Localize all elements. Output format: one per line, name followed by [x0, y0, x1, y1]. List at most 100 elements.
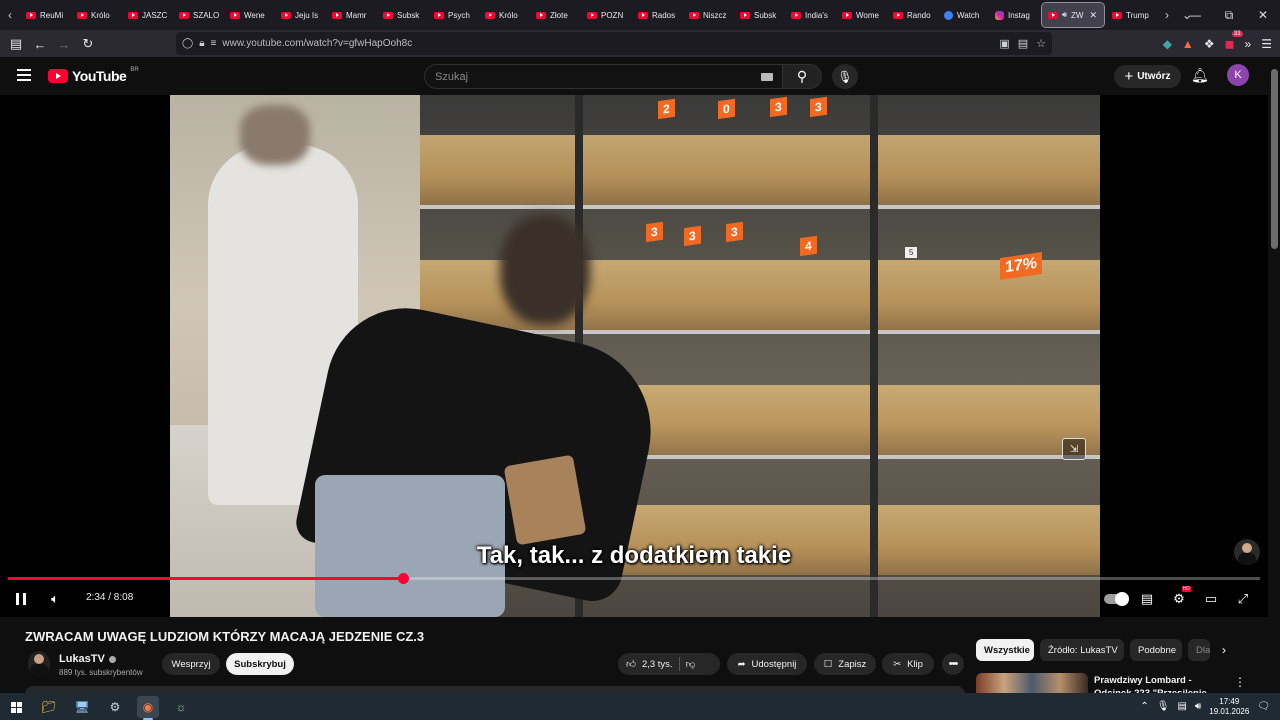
theater-mode-button[interactable]: ▭: [1202, 587, 1220, 611]
browser-tab[interactable]: Instag: [989, 0, 1040, 30]
chip-for-you[interactable]: Dla: [1188, 639, 1210, 661]
settings-button[interactable]: ⚙ HD: [1170, 586, 1191, 611]
pause-button[interactable]: [14, 587, 28, 611]
browser-tab[interactable]: Subsk: [734, 0, 785, 30]
scrollbar-thumb[interactable]: [1271, 69, 1278, 249]
browser-tab[interactable]: SZALO: [173, 0, 224, 30]
close-tab-icon[interactable]: ✕: [1089, 10, 1097, 21]
search-input[interactable]: Szukaj: [424, 64, 786, 89]
ublock-icon[interactable]: ◼ 33: [1225, 30, 1243, 51]
browser-tab[interactable]: Mamr: [326, 0, 377, 30]
browser-tab[interactable]: Jeju Is: [275, 0, 326, 30]
voice-search-button[interactable]: 🎙︎: [832, 64, 858, 89]
search-button[interactable]: ⚲: [782, 64, 822, 89]
this-pc-icon[interactable]: 🖥︎: [71, 696, 93, 718]
chip-source-channel[interactable]: Źródło: LukasTV: [1040, 639, 1124, 661]
channel-name-text[interactable]: LukasTV: [59, 653, 105, 665]
share-button[interactable]: ➦ Udostępnij: [727, 653, 807, 675]
address-bar[interactable]: ◯ 🔒︎ ≡ www.youtube.com/watch?v=gfwHapOoh…: [176, 32, 1052, 55]
scroll-tabs-left-icon[interactable]: ‹: [0, 0, 20, 30]
video-frame[interactable]: 2 0 3 3 3 3 3 4 5 17%: [170, 95, 1100, 617]
microphone-tray-icon[interactable]: 🎙︎: [1157, 701, 1170, 712]
channel-name[interactable]: LukasTV: [59, 653, 116, 665]
shield-icon[interactable]: ◯: [182, 38, 193, 49]
tab-audio-icon[interactable]: 🔊︎: [1062, 10, 1067, 20]
privacy-badger-icon[interactable]: ◆: [1163, 37, 1172, 51]
fox-extension-icon[interactable]: ▲: [1182, 37, 1194, 51]
browser-tab[interactable]: Wome: [836, 0, 887, 30]
steam-icon[interactable]: ⚙: [104, 696, 126, 718]
browser-tab[interactable]: ReuMi: [20, 0, 71, 30]
url-text[interactable]: www.youtube.com/watch?v=gfwHapOoh8c: [222, 38, 412, 49]
browser-tab[interactable]: POZN: [581, 0, 632, 30]
like-button[interactable]: 👍︎ 2,3 tys.: [626, 658, 673, 671]
subtitles-button[interactable]: ▤: [1138, 587, 1156, 611]
permissions-icon[interactable]: ≡: [211, 38, 217, 49]
guide-menu-icon[interactable]: [17, 69, 31, 84]
sidebar-toggle-icon[interactable]: ▤: [4, 32, 28, 56]
back-button[interactable]: ←: [28, 32, 52, 56]
keyboard-icon[interactable]: [761, 73, 773, 81]
clock[interactable]: 17:49 19.01.2026: [1209, 697, 1249, 717]
browser-tab[interactable]: Subsk: [377, 0, 428, 30]
progress-bar[interactable]: [8, 573, 1260, 584]
browser-tab[interactable]: Wene: [224, 0, 275, 30]
notifications-bell-icon[interactable]: 🔔︎: [1191, 67, 1209, 84]
lock-icon[interactable]: 🔒︎: [199, 38, 204, 49]
page-scrollbar[interactable]: [1269, 57, 1280, 700]
autoplay-toggle[interactable]: [1104, 587, 1129, 611]
save-button[interactable]: ☐ Zapisz: [814, 653, 876, 675]
more-vertical-icon[interactable]: ⋮: [1234, 675, 1246, 689]
bookmark-star-icon[interactable]: ☆: [1036, 37, 1046, 50]
browser-tab[interactable]: Królo: [479, 0, 530, 30]
browser-tab[interactable]: Królo: [71, 0, 122, 30]
reload-button[interactable]: ↻: [76, 32, 100, 56]
firefox-icon[interactable]: ◉: [137, 696, 159, 720]
browser-tab[interactable]: 🔊︎ ZW ✕: [1041, 2, 1105, 28]
tab-label: Wome: [856, 10, 879, 20]
browser-tab[interactable]: Watch: [938, 0, 989, 30]
show-hidden-icons-icon[interactable]: ⌃: [1140, 701, 1148, 712]
create-button[interactable]: + Utwórz: [1114, 65, 1181, 88]
clip-button[interactable]: ✂ Klip: [882, 653, 934, 675]
mute-button[interactable]: 🔈︎: [46, 587, 64, 611]
app-icon[interactable]: ☼: [170, 696, 192, 718]
chip-similar[interactable]: Podobne: [1130, 639, 1182, 661]
scroll-tabs-right-icon[interactable]: ›: [1157, 0, 1177, 30]
dislike-button[interactable]: 👎︎: [686, 658, 696, 670]
picture-in-picture-icon[interactable]: ▣: [999, 37, 1009, 50]
browser-tab[interactable]: India's: [785, 0, 836, 30]
channel-avatar[interactable]: [28, 651, 50, 677]
browser-tab[interactable]: Niszcz: [683, 0, 734, 30]
fullscreen-button[interactable]: ⤢: [1234, 587, 1252, 611]
notifications-icon[interactable]: 🗨︎: [1257, 701, 1270, 712]
browser-tab[interactable]: Złote: [530, 0, 581, 30]
browser-tab[interactable]: Trump: [1106, 0, 1157, 30]
more-actions-button[interactable]: •••: [942, 653, 964, 675]
extensions-puzzle-icon[interactable]: ❖: [1204, 37, 1215, 51]
browser-tab[interactable]: JASZC: [122, 0, 173, 30]
app-menu-icon[interactable]: ☰: [1261, 37, 1272, 51]
miniplayer-expand-icon[interactable]: ⇲: [1062, 438, 1086, 460]
close-window-icon[interactable]: ✕: [1246, 0, 1280, 30]
subscribe-button[interactable]: Subskrybuj: [226, 653, 294, 675]
reader-view-icon[interactable]: ▤: [1018, 37, 1028, 50]
chip-all[interactable]: Wszystkie: [976, 639, 1034, 661]
browser-tab[interactable]: Rados: [632, 0, 683, 30]
video-player[interactable]: 2 0 3 3 3 3 3 4 5 17% ⇲ Tak, tak... z do…: [0, 95, 1268, 617]
browser-tab[interactable]: Rando: [887, 0, 938, 30]
account-avatar[interactable]: K: [1227, 64, 1249, 86]
youtube-masthead: YouTube BR Szukaj ⚲ 🎙︎ + Utwórz 🔔︎ K: [0, 57, 1280, 95]
youtube-logo[interactable]: YouTube BR: [48, 67, 139, 84]
minimize-icon[interactable]: —: [1178, 0, 1212, 30]
restore-icon[interactable]: ⧉: [1212, 0, 1246, 30]
overflow-menu-icon[interactable]: »: [1245, 37, 1252, 51]
forward-button[interactable]: →: [52, 32, 76, 56]
file-explorer-icon[interactable]: 📁︎: [38, 696, 60, 718]
browser-tab[interactable]: Psych: [428, 0, 479, 30]
network-icon[interactable]: ▤: [1177, 701, 1186, 712]
volume-tray-icon[interactable]: 🔊︎: [1195, 701, 1201, 712]
support-button[interactable]: Wesprzyj: [162, 653, 220, 675]
start-button[interactable]: [5, 696, 27, 718]
chevron-right-icon[interactable]: ›: [1222, 643, 1226, 657]
